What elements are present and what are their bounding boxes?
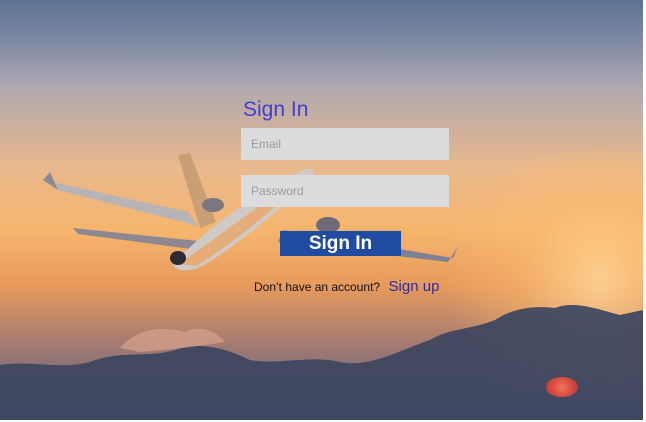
background-scene: Sign In Sign In Don’t have an account? S… <box>0 0 643 420</box>
airplane-image <box>43 153 458 271</box>
email-field[interactable] <box>241 128 449 160</box>
sign-up-link[interactable]: Sign up <box>389 278 440 295</box>
no-account-text: Don’t have an account? <box>254 280 381 294</box>
page-title: Sign In <box>243 98 309 121</box>
signup-prompt: Don’t have an account? Sign up <box>254 278 439 296</box>
sign-in-button[interactable]: Sign In <box>280 231 401 256</box>
sky-haze <box>0 0 643 90</box>
setting-sun <box>546 377 578 397</box>
password-field[interactable] <box>241 175 449 207</box>
